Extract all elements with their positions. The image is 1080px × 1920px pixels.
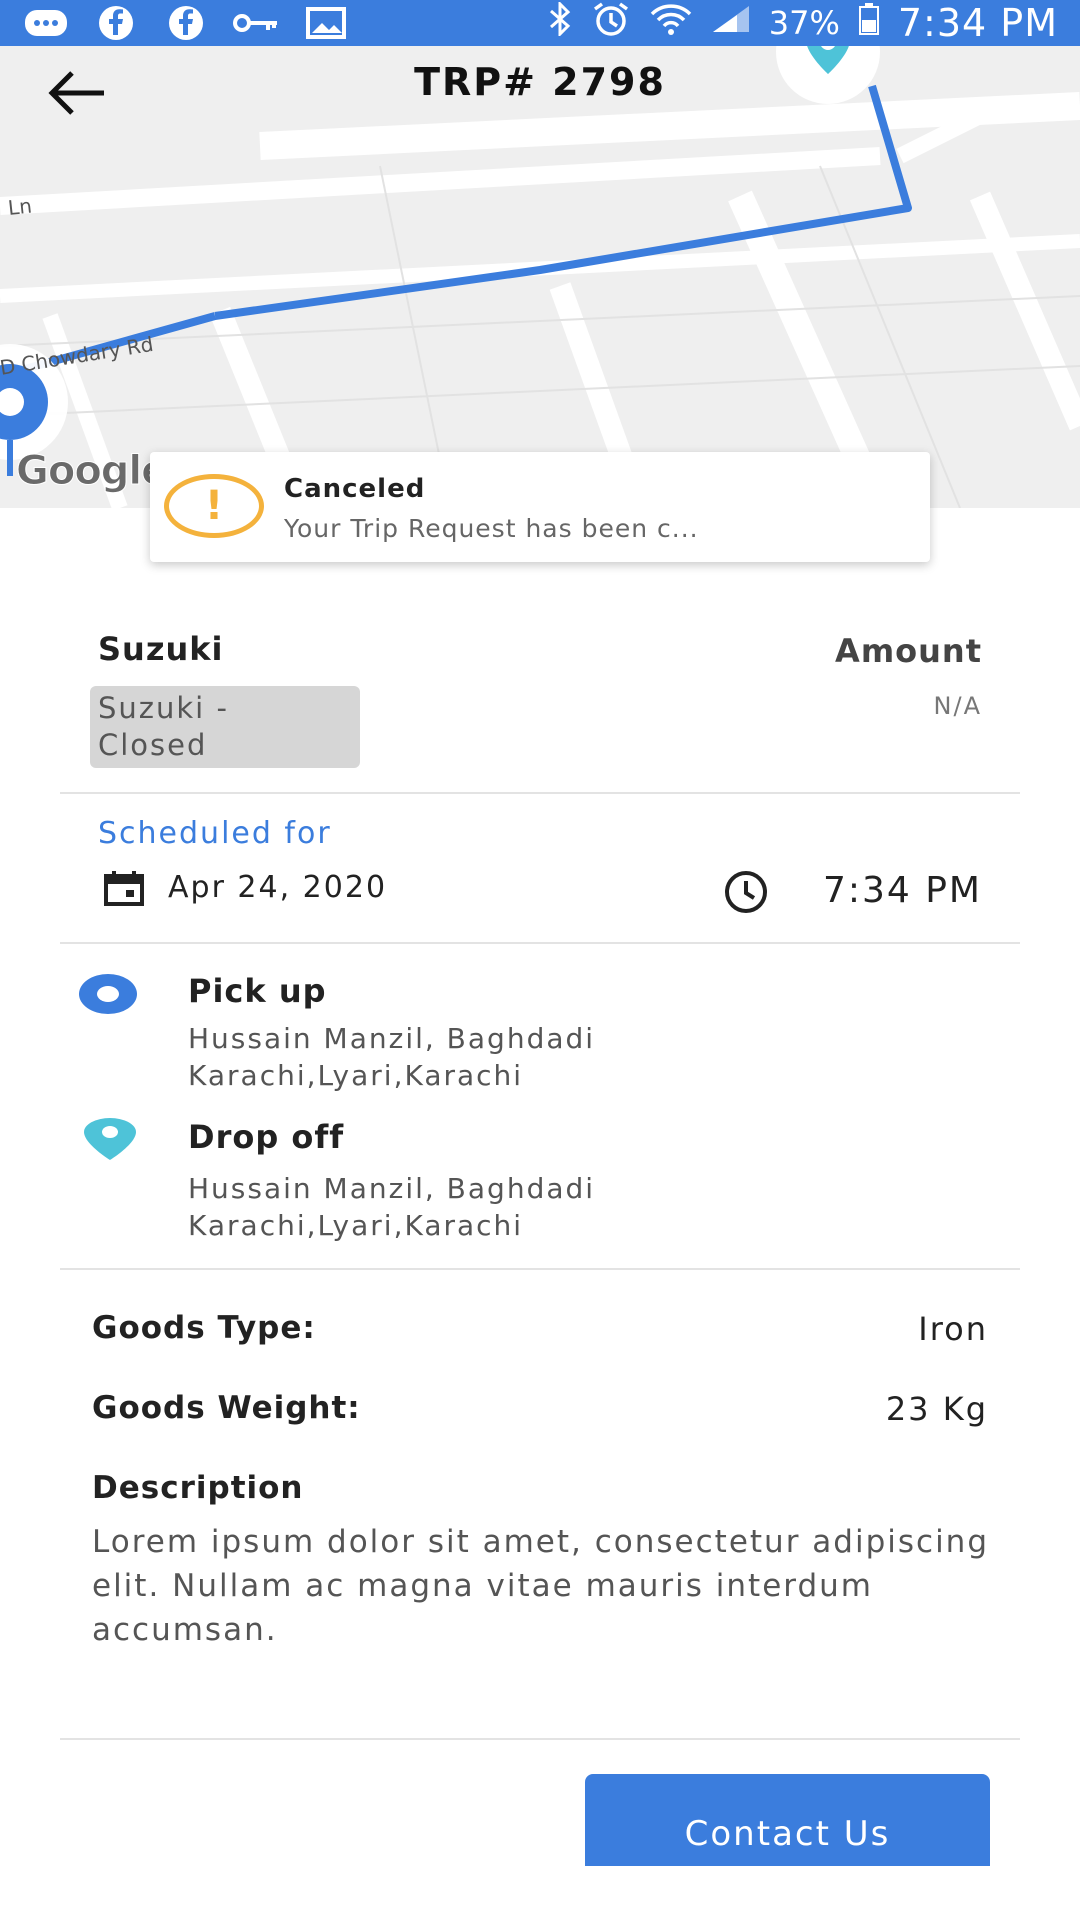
- address-line: Hussain Manzil, Baghdadi: [188, 1172, 596, 1205]
- divider: [60, 1738, 1020, 1740]
- address-line: Karachi,Lyari,Karachi: [188, 1209, 524, 1242]
- trip-map[interactable]: Ln D Chowdary Rd TRP# 2798 Google: [0, 46, 1080, 508]
- warning-icon: !: [164, 474, 264, 538]
- goods-weight-value: 23 Kg: [885, 1390, 988, 1428]
- amount-value: N/A: [933, 692, 982, 720]
- goods-type-label: Goods Type:: [92, 1310, 316, 1346]
- vehicle-name: Suzuki: [98, 630, 224, 668]
- notification-message: Your Trip Request has been c...: [284, 514, 699, 543]
- dropoff-address: Hussain Manzil, Baghdadi Karachi,Lyari,K…: [188, 1170, 948, 1244]
- battery-percent: 37%: [768, 4, 840, 42]
- dropoff-title: Drop off: [188, 1118, 345, 1156]
- description-text: Lorem ipsum dolor sit amet, consectetur …: [92, 1524, 990, 1648]
- dropoff-marker-icon: [84, 1118, 136, 1160]
- pickup-title: Pick up: [188, 972, 327, 1010]
- status-line: Suzuki -: [98, 691, 229, 725]
- map-attribution: Google: [15, 448, 168, 495]
- bluetooth-icon: [547, 0, 573, 44]
- facebook-icon: [162, 6, 210, 40]
- status-time: 7:34 PM: [897, 1, 1058, 45]
- address-line: Hussain Manzil, Baghdadi: [188, 1022, 596, 1055]
- amount-label: Amount: [835, 632, 982, 670]
- battery-icon: [858, 2, 880, 44]
- alarm-icon: [591, 1, 631, 45]
- scheduled-date: Apr 24, 2020: [168, 870, 388, 905]
- description-label: Description: [92, 1470, 304, 1506]
- cancel-notification[interactable]: ! Canceled Your Trip Request has been c.…: [150, 452, 930, 562]
- status-line: Closed: [98, 728, 208, 762]
- notification-title: Canceled: [284, 474, 426, 504]
- scheduled-time: 7:34 PM: [822, 870, 982, 911]
- divider: [60, 1268, 1020, 1270]
- key-icon: [232, 6, 280, 40]
- messages-icon: [22, 6, 70, 40]
- calendar-icon: [104, 871, 144, 906]
- status-badge: Suzuki - Closed: [90, 686, 360, 768]
- scheduled-label: Scheduled for: [98, 816, 332, 851]
- goods-type-value: Iron: [918, 1310, 988, 1348]
- image-icon: [302, 6, 350, 40]
- road-label: Ln: [6, 193, 33, 220]
- facebook-icon: [92, 6, 140, 40]
- address-line: Karachi,Lyari,Karachi: [188, 1059, 524, 1092]
- map-canvas: [0, 46, 1080, 508]
- signal-icon: [711, 4, 751, 42]
- status-bar: 37% 7:34 PM: [0, 0, 1080, 46]
- contact-us-button[interactable]: Contact Us: [585, 1774, 990, 1866]
- clock-icon: [725, 871, 767, 913]
- page-title: TRP# 2798: [414, 60, 666, 104]
- goods-weight-label: Goods Weight:: [92, 1390, 361, 1426]
- pickup-marker-icon: [79, 974, 137, 1014]
- divider: [60, 942, 1020, 944]
- pickup-address: Hussain Manzil, Baghdadi Karachi,Lyari,K…: [188, 1020, 948, 1094]
- divider: [60, 792, 1020, 794]
- wifi-icon: [649, 2, 693, 44]
